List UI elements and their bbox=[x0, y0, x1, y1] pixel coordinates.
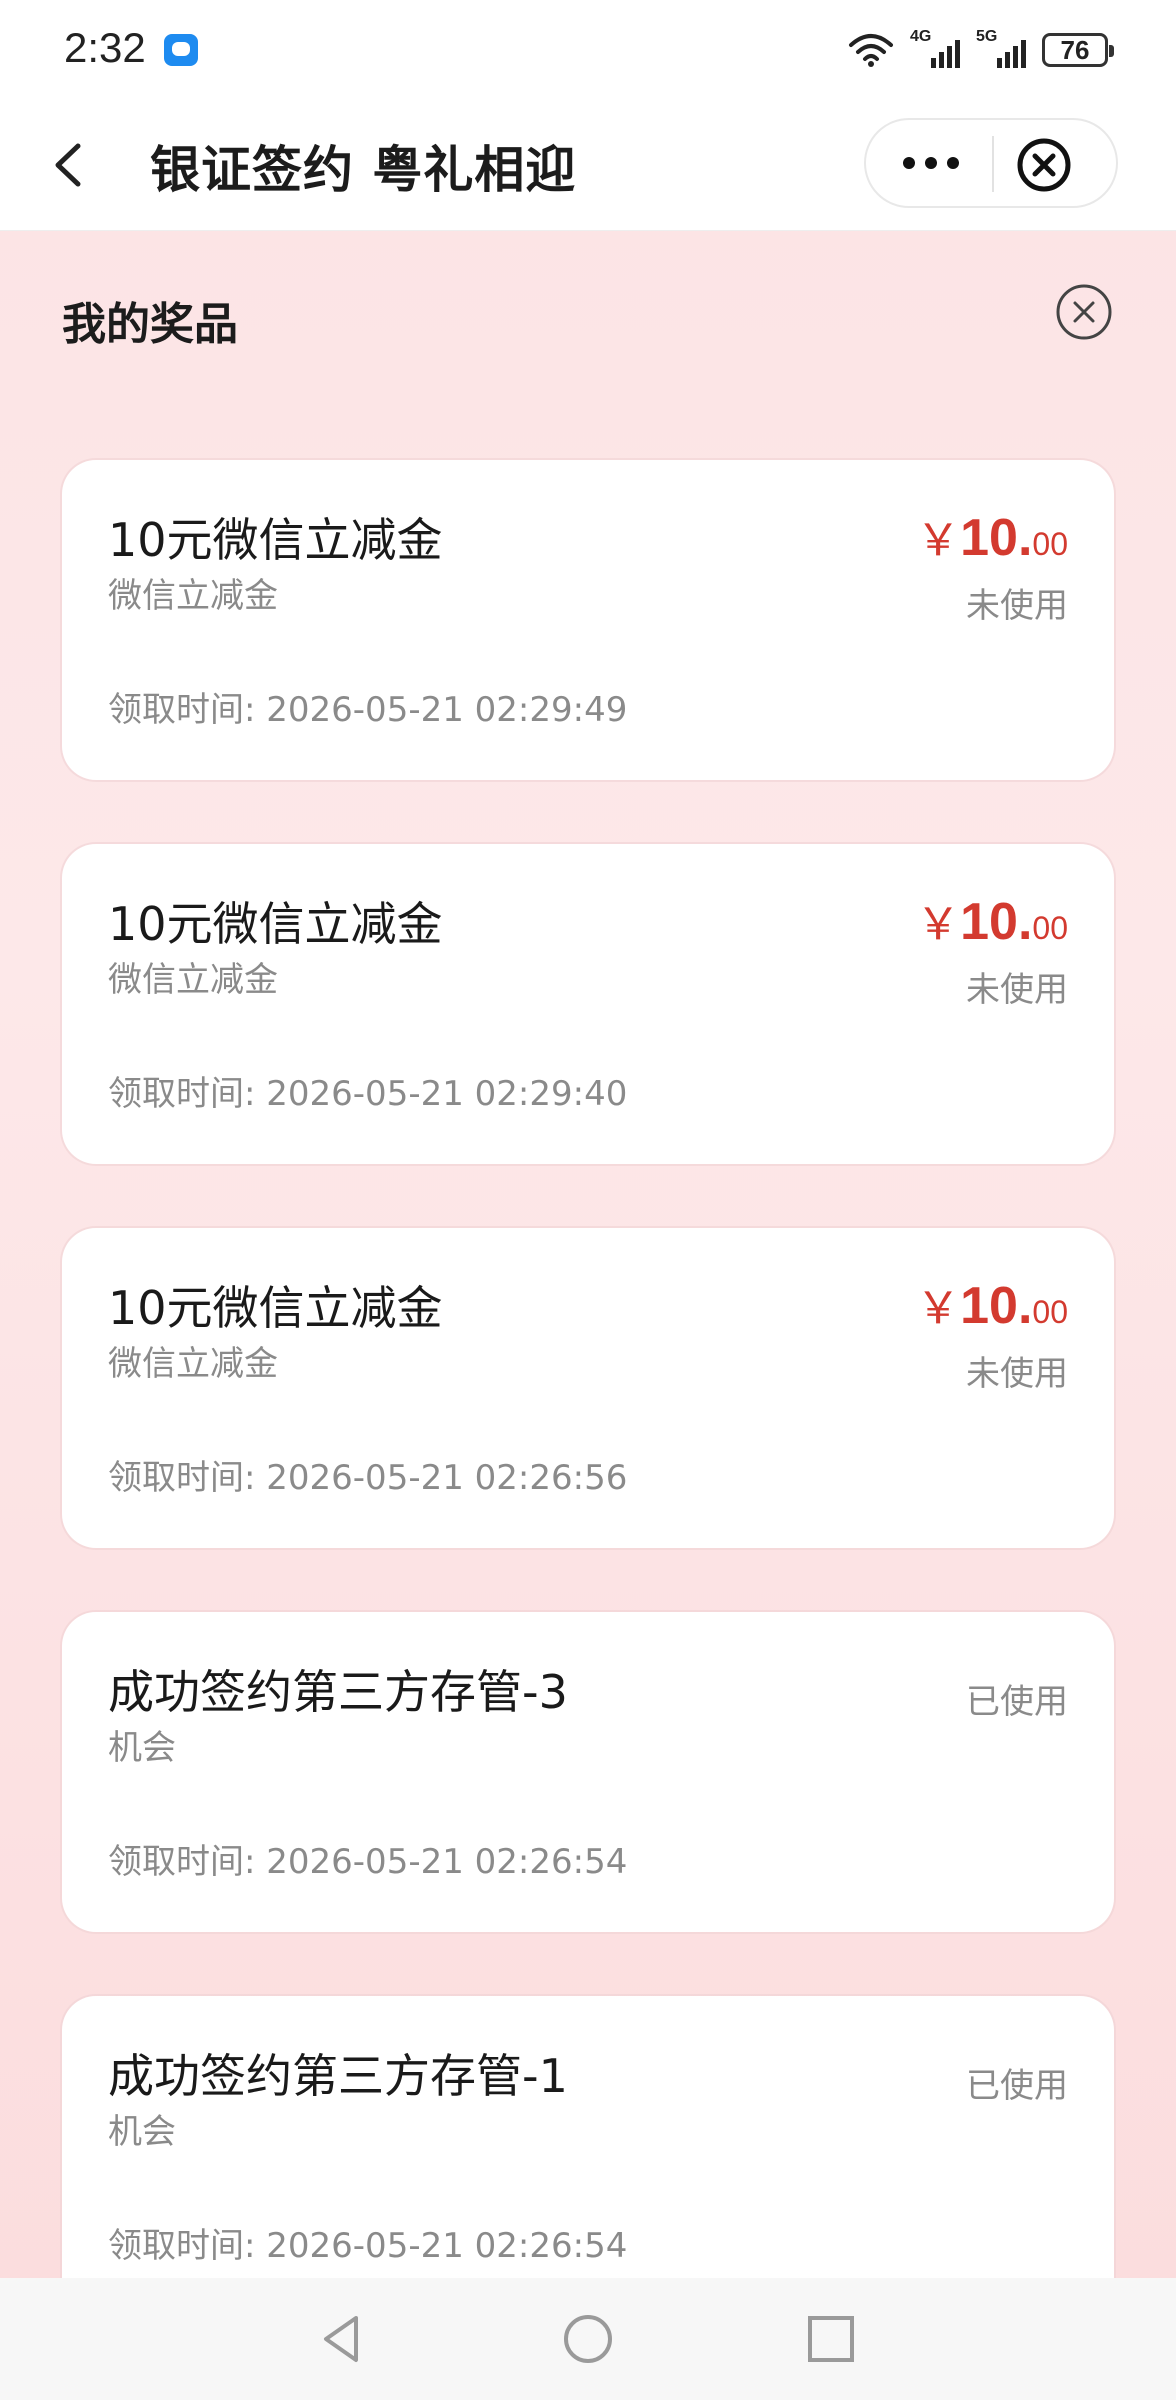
prize-subtitle: 微信立减金 bbox=[108, 1344, 278, 1384]
prize-claim-time: 领取时间: 2026-05-21 02:26:56 bbox=[108, 1458, 628, 1498]
system-nav-bar bbox=[0, 2278, 1176, 2400]
prize-title: 成功签约第三方存管-3 bbox=[108, 1665, 568, 1719]
status-bar: 2:32 4G 5G 76 bbox=[0, 0, 1176, 100]
prize-claim-time: 领取时间: 2026-05-21 02:29:49 bbox=[108, 690, 628, 730]
prize-amount: ￥10.00 bbox=[916, 504, 1068, 568]
chevron-left-icon bbox=[55, 143, 81, 187]
page-title: 银证签约 粤礼相迎 bbox=[150, 141, 577, 199]
amount-integer: 10. bbox=[960, 893, 1033, 951]
more-dots-icon bbox=[903, 157, 959, 169]
prize-claim-time: 领取时间: 2026-05-21 02:29:40 bbox=[108, 1074, 628, 1114]
prize-subtitle: 微信立减金 bbox=[108, 576, 278, 616]
amount-decimal: 00 bbox=[1032, 910, 1068, 946]
capsule-divider bbox=[992, 136, 994, 192]
prize-status: 已使用 bbox=[966, 2066, 1068, 2106]
circle-home-icon bbox=[564, 2315, 612, 2363]
prize-amount: ￥10.00 bbox=[916, 1272, 1068, 1336]
panel-title: 我的奖品 bbox=[62, 299, 238, 350]
prize-status: 未使用 bbox=[966, 970, 1068, 1010]
battery-icon: 76 bbox=[1042, 33, 1114, 67]
amount-decimal: 00 bbox=[1032, 1294, 1068, 1330]
prize-card[interactable]: 成功签约第三方存管-1 机会 领取时间: 2026-05-21 02:26:54… bbox=[62, 1996, 1114, 2316]
signal-5g-icon: 5G bbox=[976, 28, 1026, 70]
currency-symbol: ￥ bbox=[916, 1284, 961, 1333]
status-indicators: 4G 5G 76 bbox=[848, 28, 1114, 72]
prize-card[interactable]: 10元微信立减金 微信立减金 领取时间: 2026-05-21 02:26:56… bbox=[62, 1228, 1114, 1548]
prize-title: 10元微信立减金 bbox=[108, 897, 443, 951]
prize-claim-time: 领取时间: 2026-05-21 02:26:54 bbox=[108, 2226, 628, 2266]
back-button[interactable] bbox=[38, 130, 108, 200]
prize-subtitle: 机会 bbox=[108, 1728, 176, 1768]
mini-program-capsule bbox=[864, 118, 1118, 208]
nav-bar: 银证签约 粤礼相迎 bbox=[0, 100, 1176, 231]
amount-integer: 10. bbox=[960, 509, 1033, 567]
amount-integer: 10. bbox=[960, 1277, 1033, 1335]
prize-card[interactable]: 10元微信立减金 微信立减金 领取时间: 2026-05-21 02:29:40… bbox=[62, 844, 1114, 1164]
close-circle-icon bbox=[1056, 284, 1112, 340]
network-type-5g: 5G bbox=[976, 28, 998, 45]
currency-symbol: ￥ bbox=[916, 900, 961, 949]
currency-symbol: ￥ bbox=[916, 516, 961, 565]
prize-status: 已使用 bbox=[966, 1682, 1068, 1722]
status-time: 2:32 bbox=[64, 24, 146, 71]
signal-4g-icon: 4G bbox=[910, 28, 960, 70]
network-type-4g: 4G bbox=[910, 28, 932, 45]
prize-status: 未使用 bbox=[966, 1354, 1068, 1394]
prize-subtitle: 微信立减金 bbox=[108, 960, 278, 1000]
message-notification-icon bbox=[164, 34, 198, 66]
prize-status: 未使用 bbox=[966, 586, 1068, 626]
prize-title: 成功签约第三方存管-1 bbox=[108, 2049, 568, 2103]
prize-title: 10元微信立减金 bbox=[108, 513, 443, 567]
system-back-button[interactable] bbox=[312, 2308, 374, 2370]
system-recents-button[interactable] bbox=[800, 2308, 862, 2370]
close-circle-icon bbox=[1017, 138, 1071, 192]
triangle-back-icon bbox=[324, 2316, 358, 2362]
close-mini-program-button[interactable] bbox=[1014, 136, 1074, 194]
more-button[interactable] bbox=[896, 140, 966, 186]
system-home-button[interactable] bbox=[557, 2308, 619, 2370]
panel-close-button[interactable] bbox=[1054, 282, 1114, 342]
square-recents-icon bbox=[808, 2316, 854, 2362]
screen: 2:32 4G 5G 76 银证签约 粤礼相迎 我的奖品 10元微信立减金 微信… bbox=[0, 0, 1176, 2400]
prize-subtitle: 机会 bbox=[108, 2112, 176, 2152]
amount-decimal: 00 bbox=[1032, 526, 1068, 562]
wifi-icon bbox=[849, 34, 893, 67]
prize-card[interactable]: 成功签约第三方存管-3 机会 领取时间: 2026-05-21 02:26:54… bbox=[62, 1612, 1114, 1932]
prize-title: 10元微信立减金 bbox=[108, 1281, 443, 1335]
prize-card[interactable]: 10元微信立减金 微信立减金 领取时间: 2026-05-21 02:29:49… bbox=[62, 460, 1114, 780]
prize-claim-time: 领取时间: 2026-05-21 02:26:54 bbox=[108, 1842, 628, 1882]
prize-amount: ￥10.00 bbox=[916, 888, 1068, 952]
